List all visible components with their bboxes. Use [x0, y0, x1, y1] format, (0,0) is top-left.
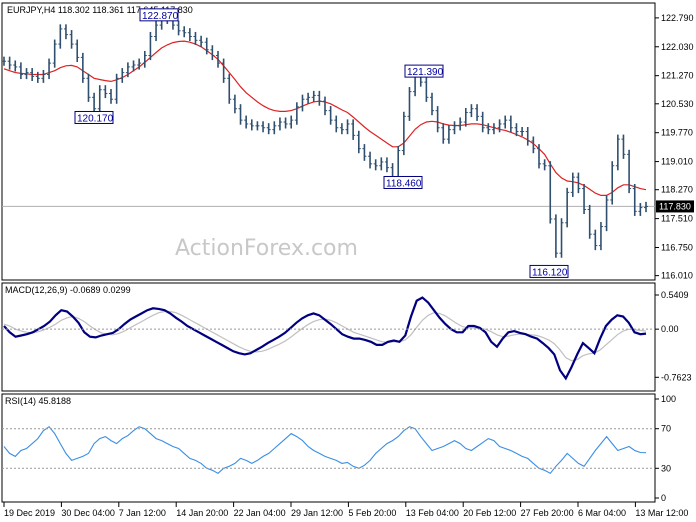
rsi-tick-label: 0 — [661, 493, 666, 503]
current-price-label: 117.830 — [659, 201, 691, 211]
time-tick-label: 19 Dec 2019 — [4, 508, 55, 518]
price-tick-label: 116.010 — [661, 271, 693, 281]
time-tick-label: 22 Jan 04:00 — [234, 508, 286, 518]
price-tick-label: 118.270 — [661, 185, 693, 195]
price-callout-label: 118.460 — [386, 178, 422, 189]
watermark: ActionForex.com — [175, 236, 358, 261]
time-axis: 19 Dec 2019 30 Dec 04:00 7 Jan 12:00 14 Jan… — [3, 502, 688, 518]
chart-root: ActionForex.com EURJPY,H4 118.302 118.36… — [1, 2, 694, 518]
price-tick-label: 122.790 — [661, 13, 694, 23]
time-tick-label: 6 Mar 04:00 — [578, 508, 626, 518]
time-tick-label: 14 Jan 20:00 — [176, 508, 228, 518]
rsi-tick-label: 100 — [661, 394, 676, 404]
rsi-tick-label: 30 — [661, 463, 671, 473]
price-axis: 122.790 122.030 121.270 120.530 119.770 119.0… — [655, 13, 694, 281]
time-tick-label: 13 Feb 04:00 — [406, 508, 459, 518]
price-callout: 121.390 — [404, 64, 444, 78]
macd-tick-label: -0.7623 — [661, 372, 692, 382]
price-callout: 116.120 — [529, 264, 569, 278]
macd-header: MACD(12,26,9) -0.0689 0.0299 — [5, 285, 131, 295]
price-tick-label: 122.030 — [661, 42, 694, 52]
rsi-tick-label: 70 — [661, 424, 671, 434]
price-tick-label: 119.010 — [661, 157, 693, 167]
price-tick-label: 117.510 — [661, 214, 693, 224]
price-callout: 122.870 — [139, 8, 179, 22]
price-callout-label: 116.120 — [532, 267, 568, 278]
price-callout: 120.170 — [74, 110, 114, 124]
time-tick-label: 20 Feb 12:00 — [463, 508, 516, 518]
price-callout-label: 120.170 — [77, 113, 114, 124]
rsi-header: RSI(14) 45.8188 — [5, 396, 71, 406]
price-tick-label: 121.270 — [661, 71, 694, 81]
time-tick-label: 30 Dec 04:00 — [61, 508, 115, 518]
price-callout-label: 121.390 — [407, 67, 444, 78]
price-callout-label: 122.870 — [142, 11, 179, 22]
price-tick-label: 120.530 — [661, 99, 694, 109]
time-tick-label: 13 Mar 12:00 — [635, 508, 688, 518]
macd-tick-label: 0.00 — [661, 324, 679, 334]
macd-tick-label: 0.5409 — [661, 290, 689, 300]
time-tick-label: 7 Jan 12:00 — [119, 508, 166, 518]
rsi-panel — [1, 393, 656, 503]
price-tick-label: 119.770 — [661, 128, 693, 138]
time-tick-label: 5 Feb 20:00 — [348, 508, 396, 518]
time-tick-label: 27 Feb 20:00 — [521, 508, 574, 518]
price-tick-label: 116.750 — [661, 242, 693, 252]
price-callout: 118.460 — [383, 175, 423, 189]
time-tick-label: 29 Jan 12:00 — [291, 508, 343, 518]
